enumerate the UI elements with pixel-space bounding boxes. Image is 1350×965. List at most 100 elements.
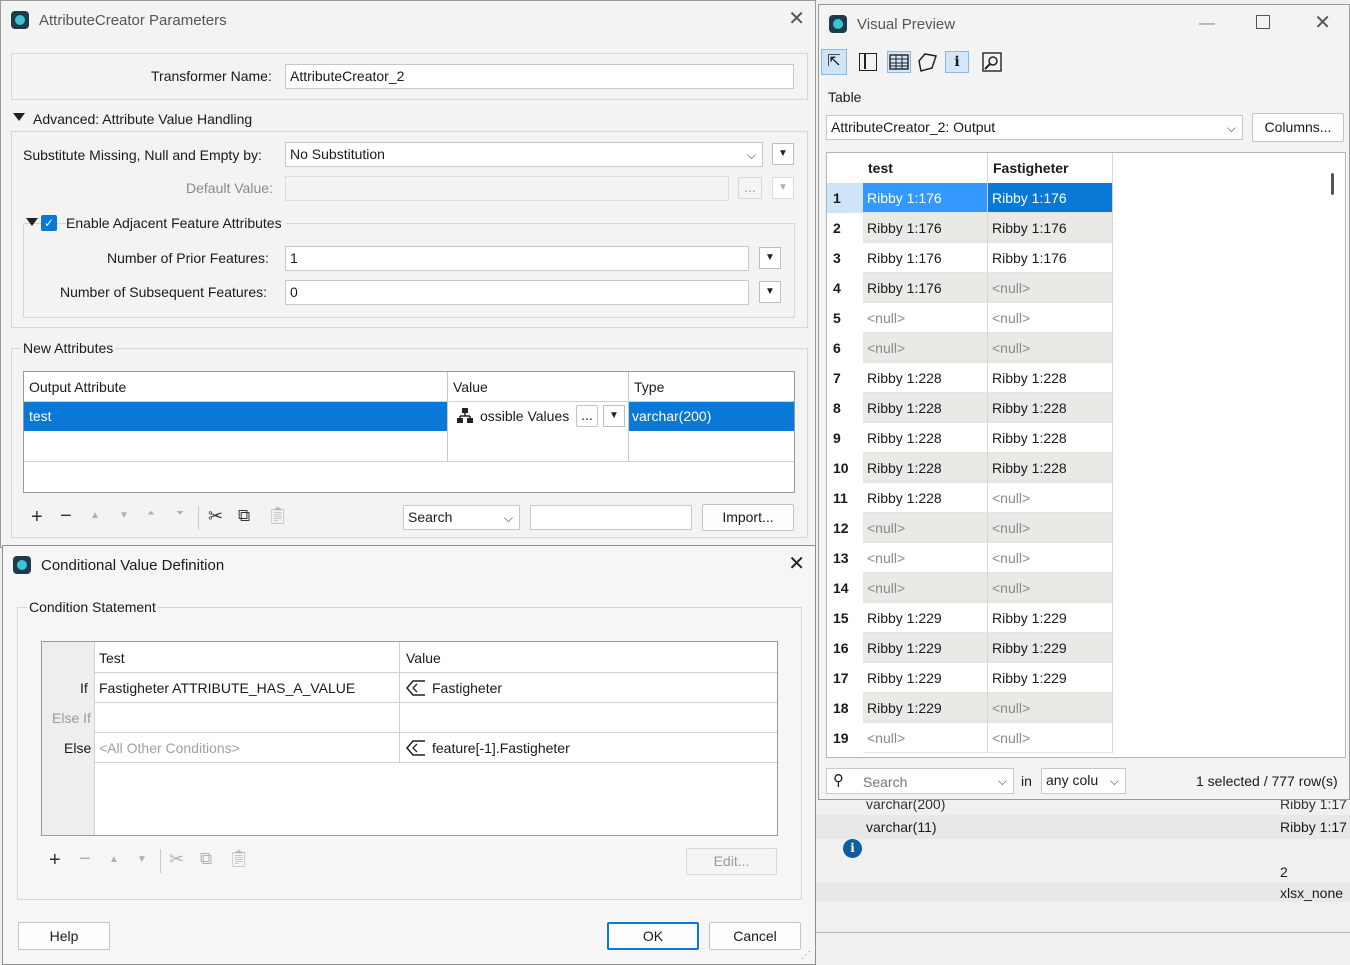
row-number[interactable]: 17 [827, 663, 863, 693]
table-row[interactable]: 16 Ribby 1:229 Ribby 1:229 [827, 633, 1113, 663]
test-cell[interactable]: Ribby 1:228 [863, 393, 988, 423]
row-number[interactable]: 12 [827, 513, 863, 543]
test-cell[interactable]: <null> [863, 303, 988, 333]
help-button[interactable]: Help [18, 922, 110, 950]
col-header-type[interactable]: Type [634, 379, 664, 395]
select-tool-icon[interactable]: ⇱ [821, 49, 847, 75]
row-number[interactable]: 2 [827, 213, 863, 243]
row-number[interactable]: 19 [827, 723, 863, 753]
row-number[interactable]: 4 [827, 273, 863, 303]
cut-icon[interactable]: ✂ [169, 849, 184, 870]
fastigheter-cell[interactable]: <null> [988, 543, 1113, 573]
else-test-cell[interactable]: <All Other Conditions> [99, 740, 240, 756]
add-icon[interactable]: + [49, 849, 61, 872]
col-header-value[interactable]: Value [453, 379, 488, 395]
fastigheter-cell[interactable]: <null> [988, 573, 1113, 603]
copy-icon[interactable]: ⧉ [200, 849, 212, 869]
substitute-menu-button[interactable]: ▼ [772, 143, 794, 165]
table-row[interactable]: 4 Ribby 1:176 <null> [827, 273, 1113, 303]
remove-icon[interactable]: − [79, 848, 91, 871]
close-icon[interactable]: ✕ [1314, 13, 1331, 33]
table-row[interactable]: 6 <null> <null> [827, 333, 1113, 363]
fastigheter-cell[interactable]: <null> [988, 693, 1113, 723]
fastigheter-cell[interactable]: <null> [988, 303, 1113, 333]
table-row[interactable]: 19 <null> <null> [827, 723, 1113, 753]
table-row[interactable]: 18 Ribby 1:229 <null> [827, 693, 1113, 723]
value-menu-button[interactable]: ▼ [603, 405, 625, 427]
test-cell[interactable]: Ribby 1:229 [863, 663, 988, 693]
fastigheter-cell[interactable]: <null> [988, 333, 1113, 363]
table-row[interactable]: 11 Ribby 1:228 <null> [827, 483, 1113, 513]
table-row[interactable]: 1 Ribby 1:176 Ribby 1:176 [827, 183, 1113, 213]
col-header-fastigheter[interactable]: Fastigheter [988, 153, 1113, 183]
subsequent-features-menu-button[interactable]: ▼ [759, 281, 781, 303]
test-cell[interactable]: Ribby 1:229 [863, 693, 988, 723]
fastigheter-cell[interactable]: Ribby 1:229 [988, 603, 1113, 633]
test-cell[interactable]: <null> [863, 543, 988, 573]
feature-info-panel-icon[interactable] [859, 53, 877, 71]
row-number[interactable]: 16 [827, 633, 863, 663]
table-view-icon[interactable] [887, 51, 911, 73]
row-number[interactable]: 3 [827, 243, 863, 273]
table-row[interactable]: 17 Ribby 1:229 Ribby 1:229 [827, 663, 1113, 693]
fastigheter-cell[interactable]: Ribby 1:229 [988, 663, 1113, 693]
substitute-select[interactable]: No Substitution ⌵ [285, 142, 763, 167]
move-down-icon[interactable]: ▼ [137, 854, 147, 865]
zoom-icon[interactable] [981, 51, 1003, 73]
advanced-collapse-icon[interactable] [13, 113, 25, 121]
paste-icon[interactable]: 📋︎ [267, 506, 289, 526]
table-row-selected[interactable]: test ossible Values ... ▼ varchar(200) [24, 402, 794, 431]
value-ellipsis-button[interactable]: ... [576, 405, 598, 427]
fastigheter-cell[interactable]: Ribby 1:176 [988, 213, 1113, 243]
table-select[interactable]: AttributeCreator_2: Output ⌵ [826, 115, 1243, 140]
row-number[interactable]: 14 [827, 573, 863, 603]
enable-adjacent-checkbox[interactable]: ✓ [41, 215, 57, 231]
fastigheter-cell[interactable]: Ribby 1:176 [988, 243, 1113, 273]
resize-grip-icon[interactable]: ⋰ [801, 950, 811, 961]
info-view-icon[interactable]: i [945, 51, 969, 73]
test-cell[interactable]: <null> [863, 723, 988, 753]
col-header-output[interactable]: Output Attribute [29, 379, 126, 395]
output-attribute-cell[interactable]: test [24, 402, 447, 431]
search-type-select[interactable]: Search ⌵ [403, 505, 520, 530]
fastigheter-cell[interactable]: Ribby 1:176 [988, 183, 1113, 213]
cancel-button[interactable]: Cancel [709, 922, 801, 950]
add-icon[interactable]: + [31, 506, 43, 529]
minimize-icon[interactable]: — [1199, 15, 1215, 33]
col-header-test[interactable]: Test [99, 650, 125, 666]
graphics-view-icon[interactable] [917, 51, 939, 73]
table-row[interactable]: 7 Ribby 1:228 Ribby 1:228 [827, 363, 1113, 393]
row-number[interactable]: 7 [827, 363, 863, 393]
columns-button[interactable]: Columns... [1252, 113, 1344, 142]
search-input[interactable] [530, 505, 692, 530]
table-row[interactable]: 3 Ribby 1:176 Ribby 1:176 [827, 243, 1113, 273]
paste-icon[interactable]: 📋︎ [228, 849, 250, 869]
column-scope-select[interactable]: any colu ⌵ [1041, 768, 1126, 794]
row-number[interactable]: 15 [827, 603, 863, 633]
table-row[interactable]: 15 Ribby 1:229 Ribby 1:229 [827, 603, 1113, 633]
table-row[interactable]: 12 <null> <null> [827, 513, 1113, 543]
info-icon[interactable]: i [843, 839, 862, 858]
test-cell[interactable]: Ribby 1:228 [863, 483, 988, 513]
table-row[interactable]: 2 Ribby 1:176 Ribby 1:176 [827, 213, 1113, 243]
test-cell[interactable]: Ribby 1:176 [863, 183, 988, 213]
cut-icon[interactable]: ✂ [208, 506, 223, 527]
adjacent-collapse-icon[interactable] [26, 218, 38, 226]
transformer-name-input[interactable]: AttributeCreator_2 [285, 64, 794, 89]
test-cell[interactable]: <null> [863, 333, 988, 363]
move-up-icon[interactable]: ▲ [109, 854, 119, 865]
row-number[interactable]: 6 [827, 333, 863, 363]
test-cell[interactable]: Ribby 1:176 [863, 213, 988, 243]
col-header-test[interactable]: test [863, 153, 988, 183]
move-bottom-icon[interactable]: ⏷ [176, 508, 184, 519]
close-icon[interactable]: ✕ [788, 554, 805, 574]
row-number[interactable]: 11 [827, 483, 863, 513]
else-value-cell[interactable]: feature[-1].Fastigheter [432, 740, 570, 756]
fastigheter-cell[interactable]: Ribby 1:228 [988, 363, 1113, 393]
move-down-icon[interactable]: ▼ [119, 510, 129, 521]
row-number[interactable]: 8 [827, 393, 863, 423]
row-number[interactable]: 1 [827, 183, 863, 213]
fastigheter-cell[interactable]: <null> [988, 513, 1113, 543]
prior-features-menu-button[interactable]: ▼ [759, 247, 781, 269]
move-top-icon[interactable]: ⏶ [147, 508, 155, 519]
